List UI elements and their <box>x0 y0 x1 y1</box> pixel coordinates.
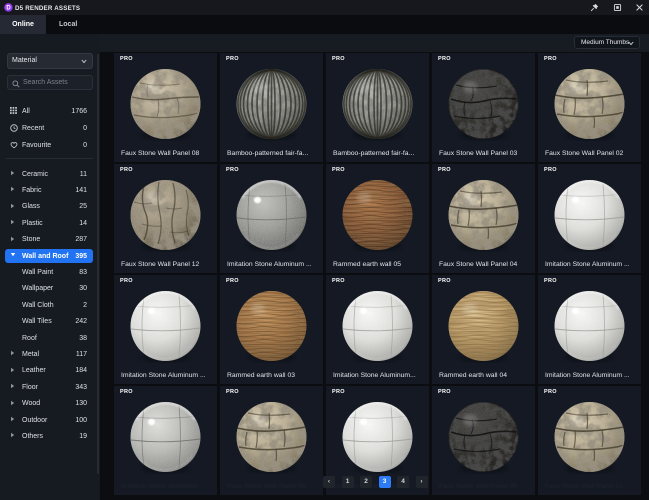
svg-text:D: D <box>6 6 11 12</box>
